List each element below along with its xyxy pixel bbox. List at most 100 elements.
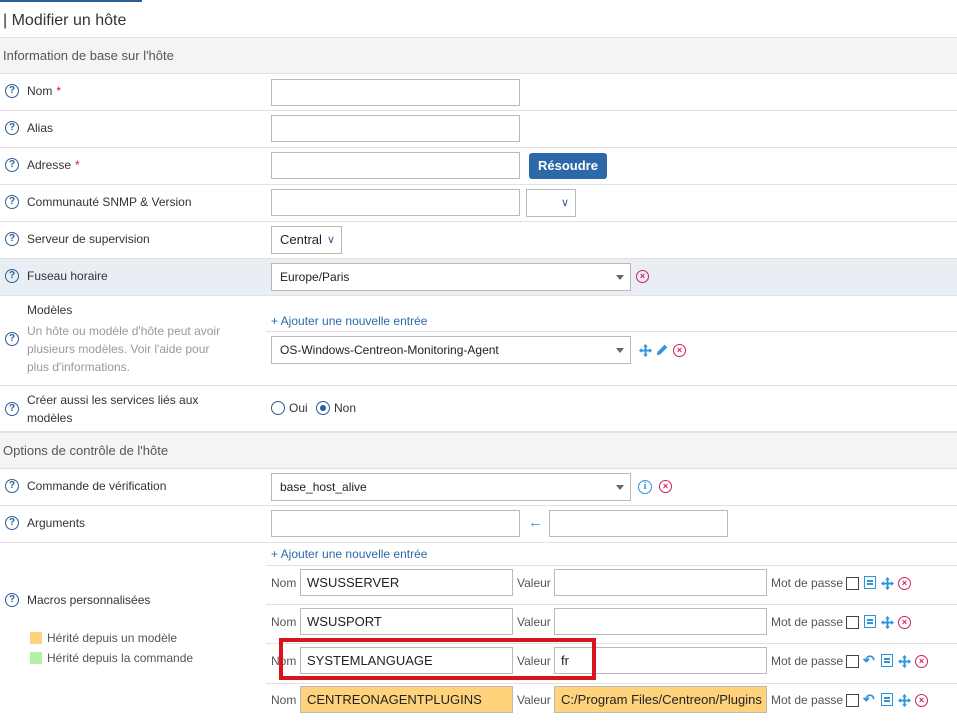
macro-password-label: Mot de passe	[771, 576, 844, 590]
row-poller: ? Serveur de supervision Central ∨	[0, 222, 957, 259]
macro-password-label: Mot de passe	[771, 615, 844, 629]
row-macros: ? Macros personnalisées Hérité depuis un…	[0, 543, 957, 724]
check-command-label: ? Commande de vérification	[5, 479, 166, 493]
description-icon[interactable]	[881, 654, 893, 667]
move-icon[interactable]	[897, 654, 912, 669]
help-icon[interactable]: ?	[5, 593, 19, 607]
macro-value-input[interactable]	[554, 608, 767, 635]
help-icon[interactable]: ?	[5, 479, 19, 493]
required-mark: *	[75, 158, 80, 172]
chevron-down-icon: ∨	[560, 197, 569, 209]
legend-command-swatch	[30, 652, 42, 664]
caret-down-icon	[616, 348, 624, 353]
row-check-command: ? Commande de vérification base_host_ali…	[0, 469, 957, 506]
divider	[266, 331, 957, 332]
check-command-select[interactable]: base_host_alive	[271, 473, 631, 501]
help-icon[interactable]: ?	[5, 158, 19, 172]
password-checkbox[interactable]	[846, 694, 859, 707]
clear-icon[interactable]: ×	[636, 270, 649, 283]
row-snmp: ? Communauté SNMP & Version ∨	[0, 185, 957, 222]
timezone-select[interactable]: Europe/Paris	[271, 263, 631, 291]
help-icon[interactable]: ?	[5, 516, 19, 530]
help-icon[interactable]: ?	[5, 121, 19, 135]
macro-name-label: Nom	[271, 576, 297, 590]
help-icon[interactable]: ?	[5, 232, 19, 246]
arguments-label: ? Arguments	[5, 516, 85, 530]
edit-icon[interactable]	[655, 343, 669, 357]
radio-oui[interactable]	[271, 401, 285, 415]
add-macro-link[interactable]: + Ajouter une nouvelle entrée	[271, 547, 427, 561]
macro-password-label: Mot de passe	[771, 654, 844, 668]
macro-name-input[interactable]: WSUSSERVER	[300, 569, 513, 596]
undo-icon[interactable]: ↶	[863, 653, 876, 667]
arguments-input[interactable]	[271, 510, 520, 537]
name-label: ? Nom *	[5, 84, 61, 98]
page-title: | Modifier un hôte	[3, 12, 127, 29]
info-icon[interactable]: i	[638, 480, 652, 494]
section-control-options: Options de contrôle de l'hôte	[0, 432, 957, 469]
password-checkbox[interactable]	[846, 655, 859, 668]
row-arguments: ? Arguments ←	[0, 506, 957, 543]
help-icon[interactable]: ?	[5, 269, 19, 283]
help-icon[interactable]: ?	[5, 84, 19, 98]
password-checkbox[interactable]	[846, 577, 859, 590]
resolve-button[interactable]: Résoudre	[529, 153, 607, 179]
move-icon[interactable]	[897, 693, 912, 708]
move-icon[interactable]	[880, 576, 895, 591]
macro-value-label: Valeur	[517, 693, 551, 707]
macro-name-input[interactable]: CENTREONAGENTPLUGINS	[300, 686, 513, 713]
alias-input[interactable]	[271, 115, 520, 142]
legend-template-swatch	[30, 632, 42, 644]
remove-template-icon[interactable]: ×	[673, 344, 686, 357]
divider	[266, 683, 957, 684]
radio-non[interactable]	[316, 401, 330, 415]
required-mark: *	[56, 84, 62, 98]
caret-down-icon	[616, 275, 624, 280]
description-icon[interactable]	[864, 576, 876, 589]
move-icon[interactable]	[638, 343, 653, 358]
help-icon[interactable]: ?	[5, 402, 19, 416]
description-icon[interactable]	[864, 615, 876, 628]
macro-value-label: Valeur	[517, 576, 551, 590]
macro-value-input[interactable]	[554, 569, 767, 596]
address-input[interactable]	[271, 152, 520, 179]
templates-label: ? Modèles Un hôte ou modèle d'hôte peut …	[5, 302, 232, 376]
clear-icon[interactable]: ×	[659, 480, 672, 493]
remove-macro-icon[interactable]: ×	[915, 694, 928, 707]
arrow-left-icon[interactable]: ←	[528, 514, 543, 531]
row-templates: ? Modèles Un hôte ou modèle d'hôte peut …	[0, 296, 957, 386]
remove-macro-icon[interactable]: ×	[898, 616, 911, 629]
snmp-version-select[interactable]: ∨	[526, 189, 576, 217]
snmp-community-input[interactable]	[271, 189, 520, 216]
add-template-link[interactable]: + Ajouter une nouvelle entrée	[271, 314, 427, 328]
section-basic-info: Information de base sur l'hôte	[0, 37, 957, 74]
name-input[interactable]	[271, 79, 520, 106]
create-services-label: ? Créer aussi les services liés aux modè…	[5, 391, 222, 427]
row-name: ? Nom *	[0, 74, 957, 111]
password-checkbox[interactable]	[846, 616, 859, 629]
address-label: ? Adresse *	[5, 158, 80, 172]
description-icon[interactable]	[881, 693, 893, 706]
macro-value-input[interactable]: C:/Program Files/Centreon/Plugins	[554, 686, 767, 713]
divider	[266, 565, 957, 566]
remove-macro-icon[interactable]: ×	[915, 655, 928, 668]
macro-value-label: Valeur	[517, 615, 551, 629]
row-timezone: ? Fuseau horaire Europe/Paris ×	[0, 259, 957, 296]
macro-password-label: Mot de passe	[771, 693, 844, 707]
arguments-example-input[interactable]	[549, 510, 728, 537]
move-icon[interactable]	[880, 615, 895, 630]
top-bar	[0, 0, 957, 3]
remove-macro-icon[interactable]: ×	[898, 577, 911, 590]
macro-name-input[interactable]: WSUSPORT	[300, 608, 513, 635]
templates-help-text: Un hôte ou modèle d'hôte peut avoir plus…	[27, 324, 221, 374]
undo-icon[interactable]: ↶	[863, 692, 876, 706]
template-select[interactable]: OS-Windows-Centreon-Monitoring-Agent	[271, 336, 631, 364]
timezone-label: ? Fuseau horaire	[5, 269, 108, 283]
help-icon[interactable]: ?	[5, 332, 19, 346]
divider	[266, 604, 957, 605]
caret-down-icon	[616, 485, 624, 490]
legend-template: Hérité depuis un modèle	[30, 631, 177, 645]
macro-name-label: Nom	[271, 693, 297, 707]
poller-select[interactable]: Central ∨	[271, 226, 342, 254]
help-icon[interactable]: ?	[5, 195, 19, 209]
